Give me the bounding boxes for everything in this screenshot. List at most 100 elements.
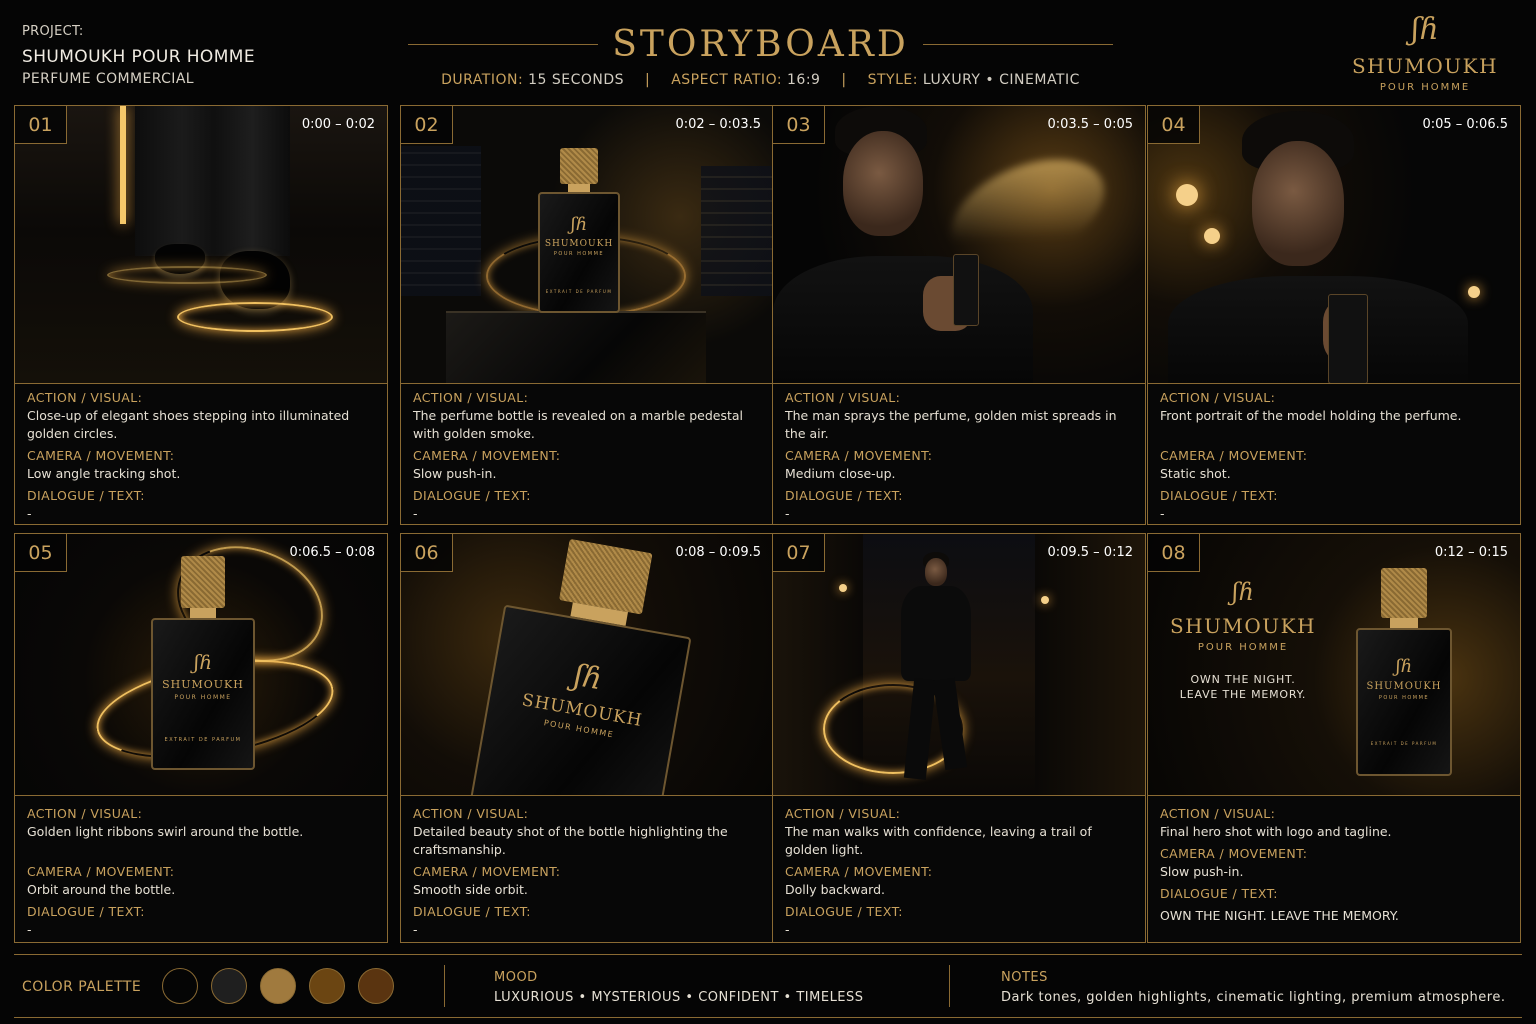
dialogue-label: DIALOGUE / TEXT: xyxy=(1160,886,1278,901)
panel-frame: ʃɦ SHUMOUKH POUR HOMME EXTRAIT DE PARFUM… xyxy=(401,106,773,384)
palette-label: COLOR PALETTE xyxy=(22,979,142,995)
panel-number: 07 xyxy=(773,534,825,572)
camera-label: CAMERA / MOVEMENT: xyxy=(27,864,175,879)
footer-divider xyxy=(444,965,445,1007)
palette-swatch-1[interactable] xyxy=(162,968,198,1004)
camera-label: CAMERA / MOVEMENT: xyxy=(413,448,561,463)
panel-frame: ʃɦ SHUMOUKH POUR HOMME OWN THE NIGHT. LE… xyxy=(1148,534,1520,796)
bottle-cap xyxy=(1381,568,1427,618)
bottle-label-extrait: EXTRAIT DE PARFUM xyxy=(1370,741,1438,746)
footer-bar: COLOR PALETTE MOOD LUXURIOUS • MYSTERIOU… xyxy=(14,954,1522,1018)
palette-swatch-5[interactable] xyxy=(358,968,394,1004)
notes-label: NOTES xyxy=(1001,970,1048,985)
city-building-left xyxy=(401,146,481,296)
man-suit xyxy=(773,256,1033,383)
scene-shoes xyxy=(15,106,387,383)
man-suit xyxy=(901,586,971,681)
dialogue-label: DIALOGUE / TEXT: xyxy=(27,488,145,503)
panel-number: 04 xyxy=(1148,106,1200,144)
bottle-body: ʃɦ SHUMOUKH POUR HOMME EXTRAIT DE PARFUM xyxy=(538,192,620,313)
camera-text: Low angle tracking shot. xyxy=(27,466,181,481)
mood-value: LUXURIOUS • MYSTERIOUS • CONFIDENT • TIM… xyxy=(494,990,864,1005)
action-text: Front portrait of the model holding the … xyxy=(1160,408,1462,423)
dialogue-label: DIALOGUE / TEXT: xyxy=(27,904,145,919)
hero-tagline-2: LEAVE THE MEMORY. xyxy=(1179,688,1307,701)
hero-monogram-icon: ʃɦ xyxy=(1232,578,1254,606)
brand-monogram-icon: ʃɦ xyxy=(1411,12,1439,47)
storyboard-panel-03[interactable]: 03 0:03.5 – 0:05 ACTION / VISUAL: The ma… xyxy=(772,105,1146,525)
storyboard-panel-08[interactable]: ʃɦ SHUMOUKH POUR HOMME OWN THE NIGHT. LE… xyxy=(1147,533,1521,943)
bottle-monogram: ʃɦ xyxy=(1395,656,1413,677)
panel-info: ACTION / VISUAL: The perfume bottle is r… xyxy=(413,390,763,523)
bottle-label-sub: POUR HOMME xyxy=(174,694,232,701)
storyboard-panel-01[interactable]: 01 0:00 – 0:02 ACTION / VISUAL: Close-up… xyxy=(14,105,388,525)
bottle-body: ʃɦ SHUMOUKH POUR HOMME EXTRAIT DE PARFUM xyxy=(1356,628,1452,776)
project-label: PROJECT: xyxy=(22,24,84,39)
palette-swatch-3[interactable] xyxy=(260,968,296,1004)
scene-spray xyxy=(773,106,1145,383)
storyboard-panel-05[interactable]: ʃɦ SHUMOUKH POUR HOMME EXTRAIT DE PARFUM… xyxy=(14,533,388,943)
bottle-monogram: ʃɦ xyxy=(193,650,213,674)
notes-value: Dark tones, golden highlights, cinematic… xyxy=(1001,990,1506,1005)
panel-number: 01 xyxy=(15,106,67,144)
bottle-neck xyxy=(568,184,590,192)
project-subtitle: PERFUME COMMERCIAL xyxy=(22,71,195,87)
panel-info: ACTION / VISUAL: Front portrait of the m… xyxy=(1160,390,1510,523)
camera-label: CAMERA / MOVEMENT: xyxy=(1160,448,1308,463)
panel-timecode: 0:02 – 0:03.5 xyxy=(675,117,761,132)
bottle-cap xyxy=(560,148,598,184)
storyboard-panel-06[interactable]: ʃɦ SHUMOUKH POUR HOMME 06 0:08 – 0:09.5 … xyxy=(400,533,774,943)
panel-info: ACTION / VISUAL: Final hero shot with lo… xyxy=(1160,806,1510,925)
dialogue-text: - xyxy=(1160,506,1165,521)
scene-beauty: ʃɦ SHUMOUKH POUR HOMME xyxy=(401,534,773,795)
storyboard-panel-04[interactable]: 04 0:05 – 0:06.5 ACTION / VISUAL: Front … xyxy=(1147,105,1521,525)
bottle-label-extrait: EXTRAIT DE PARFUM xyxy=(164,737,242,743)
street-lamp xyxy=(1041,596,1049,604)
panel-info: ACTION / VISUAL: Detailed beauty shot of… xyxy=(413,806,763,939)
camera-label: CAMERA / MOVEMENT: xyxy=(413,864,561,879)
action-label: ACTION / VISUAL: xyxy=(27,806,143,821)
bottle-neck xyxy=(1390,618,1418,628)
title-divider-left xyxy=(408,44,598,45)
camera-label: CAMERA / MOVEMENT: xyxy=(785,864,933,879)
action-label: ACTION / VISUAL: xyxy=(785,390,901,405)
street-lamp xyxy=(1204,228,1220,244)
scene-hero: ʃɦ SHUMOUKH POUR HOMME OWN THE NIGHT. LE… xyxy=(1148,534,1520,795)
action-label: ACTION / VISUAL: xyxy=(413,806,529,821)
dialogue-text: - xyxy=(27,922,32,937)
bottle-monogram: ʃɦ xyxy=(570,214,588,235)
meta-separator: | xyxy=(841,72,847,88)
right-leg xyxy=(215,106,290,256)
storyboard-panel-07[interactable]: 07 0:09.5 – 0:12 ACTION / VISUAL: The ma… xyxy=(772,533,1146,943)
panel-number: 03 xyxy=(773,106,825,144)
panel-frame: 07 0:09.5 – 0:12 xyxy=(773,534,1145,796)
camera-text: Slow push-in. xyxy=(1160,864,1244,879)
hero-tagline-1: OWN THE NIGHT. xyxy=(1190,673,1296,686)
action-label: ACTION / VISUAL: xyxy=(27,390,143,405)
bottle-cap xyxy=(181,556,225,608)
dialogue-label: DIALOGUE / TEXT: xyxy=(785,904,903,919)
panel-number: 08 xyxy=(1148,534,1200,572)
palette-swatch-2[interactable] xyxy=(211,968,247,1004)
project-name-rest: POUR HOMME xyxy=(131,47,255,67)
footer-divider xyxy=(949,965,950,1007)
storyboard-panel-02[interactable]: ʃɦ SHUMOUKH POUR HOMME EXTRAIT DE PARFUM… xyxy=(400,105,774,525)
panel-number: 05 xyxy=(15,534,67,572)
brand-subtitle: POUR HOMME xyxy=(1379,82,1471,93)
dialogue-text: - xyxy=(413,922,418,937)
style-key: STYLE: xyxy=(867,72,918,88)
panel-timecode: 0:12 – 0:15 xyxy=(1434,545,1508,560)
panel-info: ACTION / VISUAL: The man sprays the perf… xyxy=(785,390,1135,523)
scene-portrait xyxy=(1148,106,1520,383)
street-lamp xyxy=(1468,286,1480,298)
hero-brand-name: SHUMOUKH xyxy=(1169,614,1317,638)
palette-swatch-4[interactable] xyxy=(309,968,345,1004)
panel-timecode: 0:09.5 – 0:12 xyxy=(1047,545,1133,560)
golden-circle-far xyxy=(107,266,267,284)
bottle-label-name: SHUMOUKH xyxy=(1366,681,1442,692)
man-face xyxy=(843,131,923,236)
man-suit xyxy=(1168,276,1468,383)
scene-ribbons: ʃɦ SHUMOUKH POUR HOMME EXTRAIT DE PARFUM xyxy=(15,534,387,795)
camera-label: CAMERA / MOVEMENT: xyxy=(785,448,933,463)
bottle-body: ʃɦ SHUMOUKH POUR HOMME EXTRAIT DE PARFUM xyxy=(151,618,255,770)
